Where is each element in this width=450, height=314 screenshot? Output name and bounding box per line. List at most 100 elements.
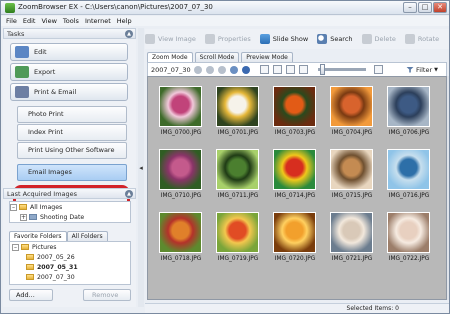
collapse-sidebar-icon[interactable]: ◂	[138, 163, 144, 173]
thumbnail-image[interactable]	[216, 212, 259, 253]
zoom-tool-icon[interactable]	[272, 65, 282, 74]
thumbnail-item[interactable]: IMG_0722.JPG	[384, 209, 434, 270]
close-button[interactable]: ✕	[433, 2, 447, 13]
menu-help[interactable]: Help	[117, 16, 132, 26]
thumbnail-item[interactable]: IMG_0720.JPG	[270, 209, 320, 270]
thumbnail-filename: IMG_0720.JPG	[274, 256, 316, 262]
last-acquired-header-label: Last Acquired Images	[7, 190, 78, 198]
select-all-icon[interactable]	[205, 65, 214, 74]
menu-edit[interactable]: Edit	[23, 16, 36, 26]
thumbnail-image[interactable]	[273, 86, 316, 127]
thumbnail-filename: IMG_0716.JPG	[388, 193, 430, 199]
tab-preview-mode[interactable]: Preview Mode	[241, 52, 293, 62]
hand-tool-icon[interactable]	[285, 65, 295, 74]
thumbnail-filename: IMG_0704.JPG	[331, 130, 373, 136]
filter-label: Filter	[416, 65, 433, 74]
thumbnail-image[interactable]	[159, 212, 202, 253]
camera-icon[interactable]	[229, 65, 238, 74]
thumbnail-image[interactable]	[387, 149, 430, 190]
search-label: Search	[330, 35, 353, 43]
properties-button[interactable]: Properties	[204, 34, 251, 44]
thumbnail-image[interactable]	[216, 86, 259, 127]
photo-print-button[interactable]: Photo Print	[17, 106, 127, 123]
thumbnail-item[interactable]: IMG_0706.JPG	[384, 83, 434, 144]
thumbnail-size-icon[interactable]	[373, 65, 383, 74]
task-button-label: Edit	[34, 48, 47, 56]
sidebar-splitter[interactable]: ◂	[138, 28, 144, 307]
task-button-export[interactable]: Export	[10, 63, 128, 81]
thumbnail-filename: IMG_0721.JPG	[331, 256, 373, 262]
tree-row-shooting-date[interactable]: + Shooting Date	[10, 212, 130, 222]
calendar-icon	[29, 214, 37, 220]
search-button[interactable]: Search	[317, 34, 353, 44]
thumbnail-item[interactable]: IMG_0710.JPG	[156, 146, 206, 207]
thumbnail-filename: IMG_0710.JPG	[160, 193, 202, 199]
tab-scroll-mode[interactable]: Scroll Mode	[194, 52, 240, 62]
tree-row-folder[interactable]: 2007_07_30	[10, 272, 130, 282]
thumbnail-item[interactable]: IMG_0704.JPG	[327, 83, 377, 144]
thumbnail-image[interactable]	[387, 86, 430, 127]
task-button-print-email[interactable]: Print & Email	[10, 83, 128, 101]
edit-icon	[15, 46, 29, 58]
rotate-label: Rotate	[417, 35, 440, 43]
print-other-software-button[interactable]: Print Using Other Software	[17, 142, 127, 159]
menu-file[interactable]: File	[6, 16, 17, 26]
thumbnail-image[interactable]	[159, 86, 202, 127]
zoom-slider[interactable]	[317, 64, 366, 75]
thumbnail-item[interactable]: IMG_0703.JPG	[270, 83, 320, 144]
thumbnail-filename: IMG_0718.JPG	[160, 256, 202, 262]
collapse-node-icon[interactable]: –	[12, 243, 19, 251]
zoom-slider-thumb[interactable]	[319, 64, 325, 75]
fit-to-window-icon[interactable]	[298, 65, 308, 74]
tree-row-pictures[interactable]: – Pictures	[10, 242, 130, 252]
thumbnail-image[interactable]	[273, 149, 316, 190]
rotate-button[interactable]: Rotate	[404, 34, 440, 44]
slideshow-button[interactable]: Slide Show	[259, 34, 308, 44]
thumbnail-image[interactable]	[330, 86, 373, 127]
thumbnail-item[interactable]: IMG_0700.JPG	[156, 83, 206, 144]
tree-row-all-images[interactable]: – All Images	[10, 202, 130, 212]
index-print-button[interactable]: Index Print	[17, 124, 127, 141]
thumbnail-item[interactable]: IMG_0711.JPG	[213, 146, 263, 207]
thumbnail-image[interactable]	[330, 149, 373, 190]
info-icon[interactable]	[241, 65, 250, 74]
tree-row-folder[interactable]: 2007_05_31	[10, 262, 130, 272]
collapse-last-acquired-icon[interactable]: ▲	[125, 190, 133, 198]
thumbnail-image[interactable]	[330, 212, 373, 253]
window-title: ZoomBrowser EX - C:\Users\canon\Pictures…	[18, 3, 213, 11]
thumbnail-item[interactable]: IMG_0721.JPG	[327, 209, 377, 270]
favorite-folders-tree: – Pictures 2007_05_26 2007_05_31 2007_07…	[9, 241, 131, 285]
folder-dropdown-icon[interactable]	[193, 65, 202, 74]
task-button-edit[interactable]: Edit	[10, 43, 128, 61]
pointer-tool-icon[interactable]	[259, 65, 269, 74]
view-image-button[interactable]: View Image	[145, 34, 196, 44]
thumbnail-image[interactable]	[216, 149, 259, 190]
filter-button[interactable]: Filter ▼	[406, 66, 438, 74]
deselect-icon[interactable]	[217, 65, 226, 74]
tab-zoom-mode[interactable]: Zoom Mode	[147, 52, 193, 62]
thumbnail-item[interactable]: IMG_0715.JPG	[327, 146, 377, 207]
add-folder-button[interactable]: Add...	[9, 289, 53, 301]
minimize-button[interactable]: –	[403, 2, 417, 13]
delete-button[interactable]: Delete	[361, 34, 396, 44]
thumbnail-item[interactable]: IMG_0719.JPG	[213, 209, 263, 270]
tab-favorite-folders[interactable]: Favorite Folders	[9, 231, 67, 241]
thumbnail-item[interactable]: IMG_0701.JPG	[213, 83, 263, 144]
maximize-button[interactable]: □	[418, 2, 432, 13]
remove-folder-button[interactable]: Remove	[83, 289, 131, 301]
collapse-node-icon[interactable]: –	[10, 203, 17, 211]
thumbnail-item[interactable]: IMG_0718.JPG	[156, 209, 206, 270]
tree-row-folder[interactable]: 2007_05_26	[10, 252, 130, 262]
menu-internet[interactable]: Internet	[85, 16, 111, 26]
thumbnail-image[interactable]	[387, 212, 430, 253]
thumbnail-item[interactable]: IMG_0716.JPG	[384, 146, 434, 207]
collapse-tasks-icon[interactable]: ▲	[125, 30, 133, 38]
thumbnail-image[interactable]	[273, 212, 316, 253]
menu-view[interactable]: View	[41, 16, 56, 26]
email-images-button[interactable]: Email Images	[17, 164, 127, 181]
thumbnail-image[interactable]	[159, 149, 202, 190]
menu-tools[interactable]: Tools	[63, 16, 79, 26]
thumbnail-item[interactable]: IMG_0714.JPG	[270, 146, 320, 207]
expand-node-icon[interactable]: +	[20, 213, 27, 221]
tab-all-folders[interactable]: All Folders	[66, 231, 108, 241]
